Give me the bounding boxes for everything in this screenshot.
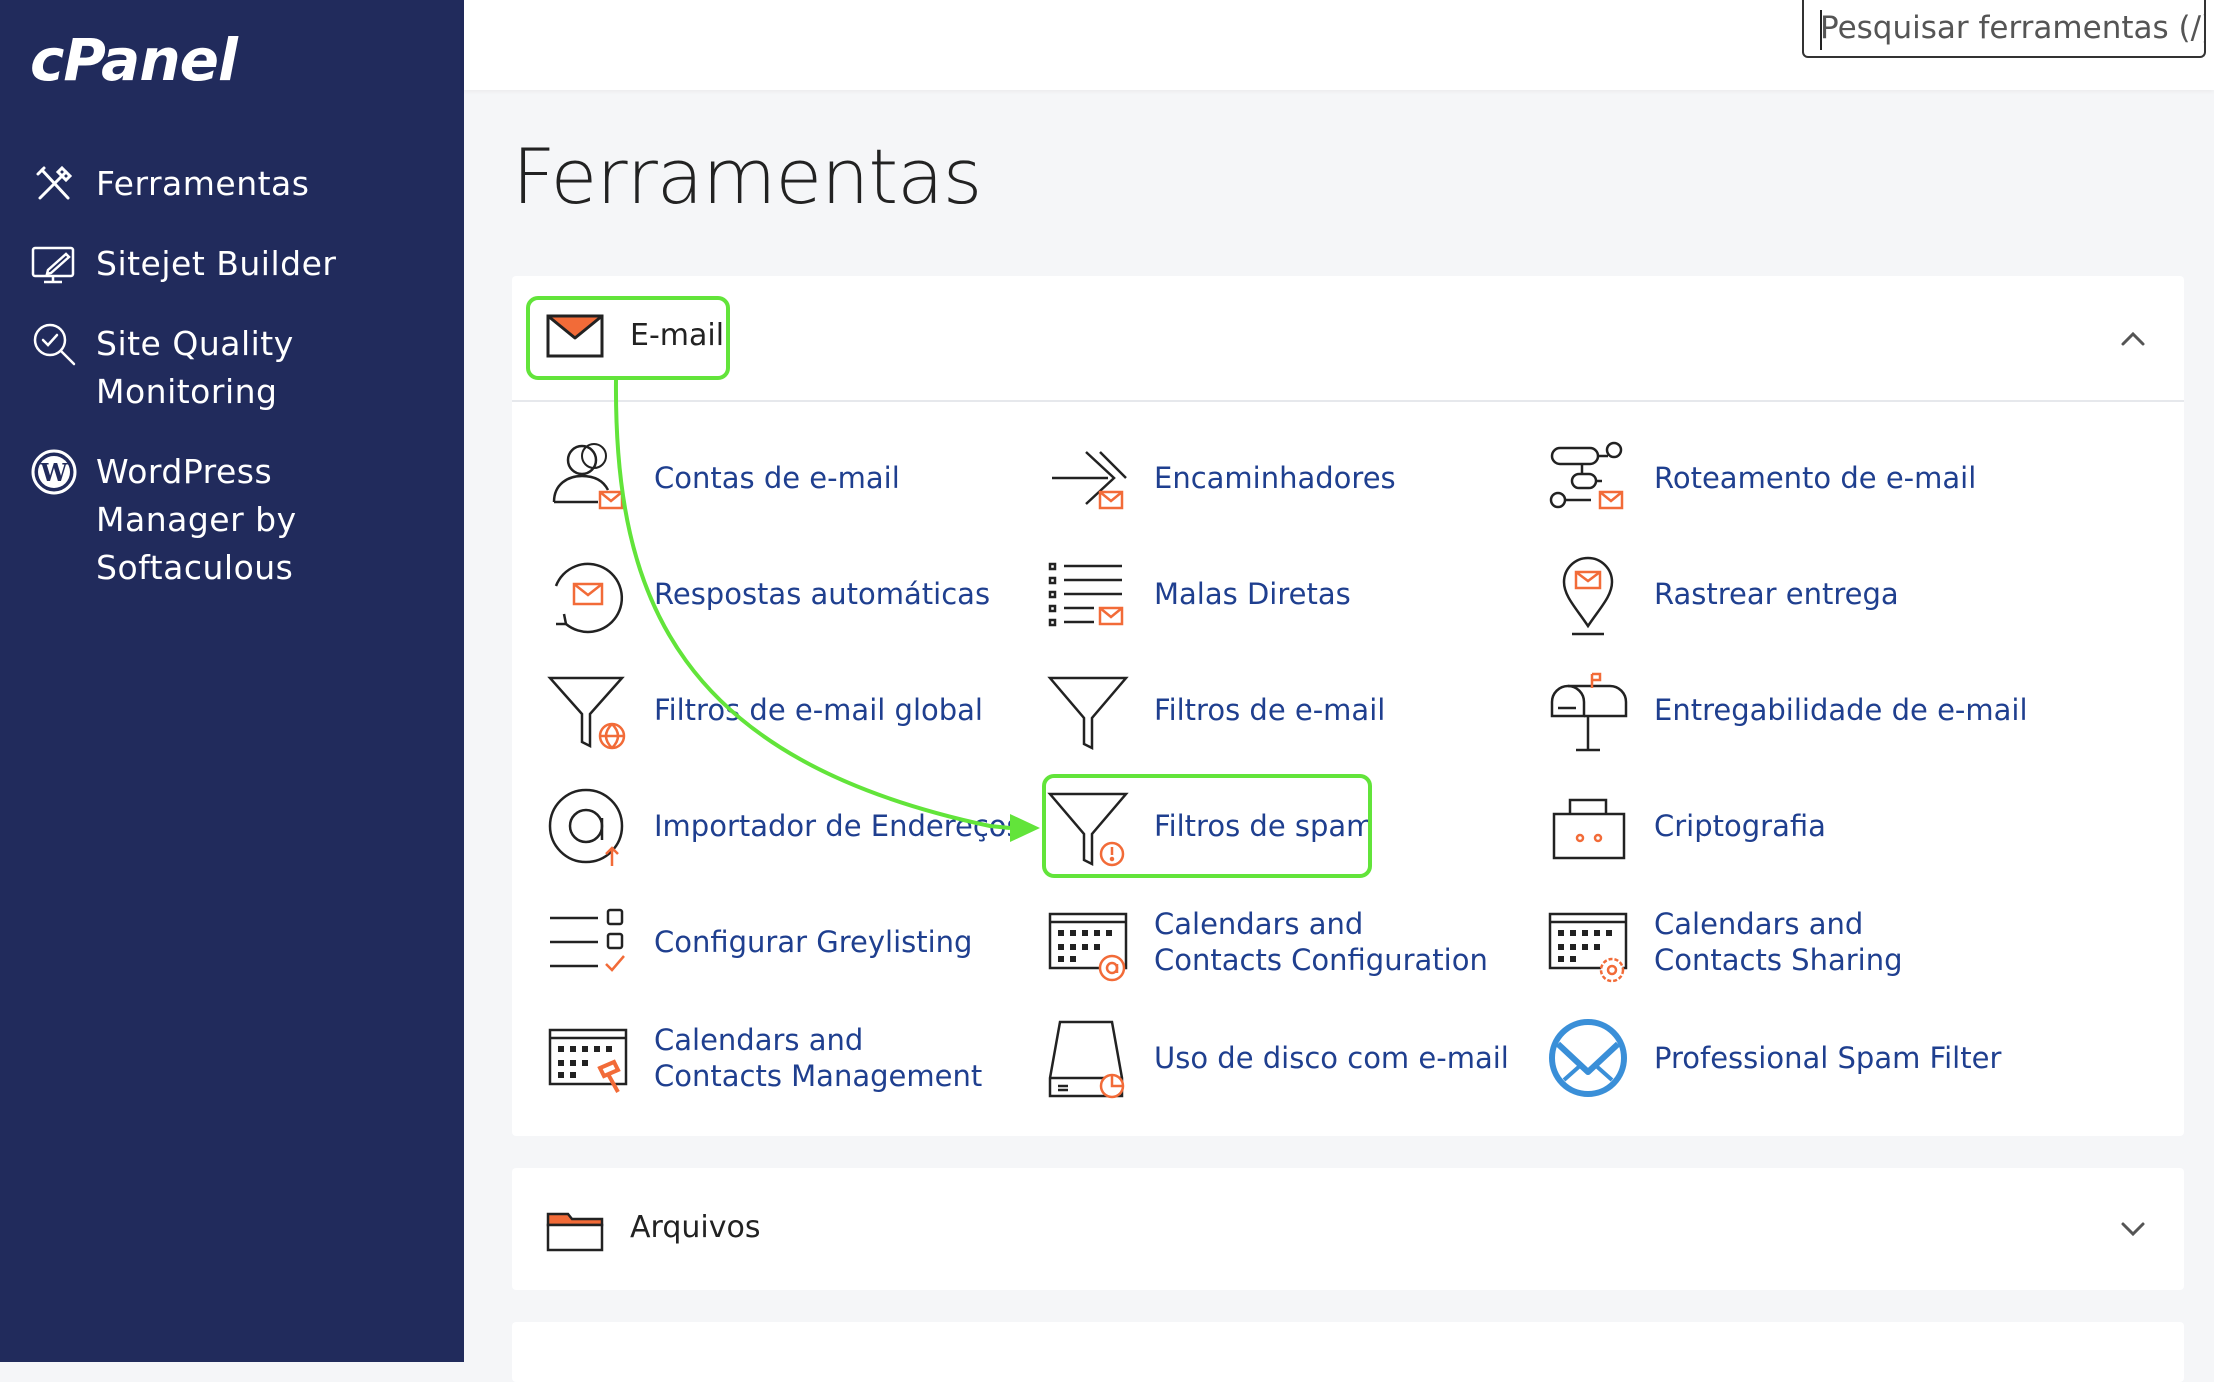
disk-chart-icon: [1048, 1020, 1125, 1099]
text-caret: [1820, 10, 1822, 50]
sidebar-item-ferramentas[interactable]: Ferramentas: [30, 160, 309, 208]
location-pin-icon: [1562, 556, 1614, 636]
tool-label: Importador de Endereços: [654, 809, 1022, 843]
tool-malas-diretas[interactable]: Malas Diretas: [1046, 552, 1351, 636]
tool-label: Malas Diretas: [1154, 577, 1351, 611]
calendar-gear-icon: [1548, 912, 1628, 983]
filter-icon: [1047, 676, 1129, 751]
filter-alert-icon: [1047, 792, 1129, 867]
checklist-icon: [550, 908, 625, 972]
tool-label: Criptografia: [1654, 809, 1826, 843]
section-title: E-mail: [630, 318, 725, 353]
tool-label: Configurar Greylisting: [654, 925, 973, 959]
tool-contas-de-email[interactable]: Contas de e-mail: [546, 436, 900, 520]
sidebar-item-label: Site Quality Monitoring: [96, 324, 294, 411]
search-box[interactable]: [1802, 0, 2206, 58]
tool-label: Filtros de e-mail: [1154, 693, 1386, 727]
mailbox-icon: [1550, 672, 1628, 752]
tool-calendars-contacts-configuration[interactable]: Calendars and Contacts Configuration: [1046, 900, 1494, 984]
mailing-list-icon: [1048, 562, 1124, 627]
tool-professional-spam-filter[interactable]: Professional Spam Filter: [1546, 1016, 2001, 1100]
tool-label: Calendars and Contacts Sharing: [1654, 907, 1903, 977]
svg-text:W: W: [40, 458, 69, 487]
sidebar: cPanel Ferramentas Sitejet Builder Site …: [0, 0, 464, 1362]
tool-label: Rastrear entrega: [1654, 577, 1899, 611]
forward-arrow-icon: [1052, 451, 1127, 510]
autoresponder-icon: [554, 562, 624, 634]
chevron-down-icon[interactable]: [2118, 1214, 2148, 1244]
tool-label: Uso de disco com e-mail: [1154, 1041, 1509, 1075]
tools-icon: [36, 165, 73, 200]
calendar-hammer-icon: [548, 1028, 628, 1093]
tool-label: Calendars and Contacts Management: [654, 1023, 983, 1093]
magnifier-check-icon: [33, 323, 76, 366]
tool-label: Filtros de e-mail global: [654, 693, 983, 727]
routing-icon: [1549, 441, 1624, 510]
tool-rastrear-entrega[interactable]: Rastrear entrega: [1546, 552, 1899, 636]
tool-respostas-automaticas[interactable]: Respostas automáticas: [546, 552, 990, 636]
tool-label: Contas de e-mail: [654, 461, 900, 495]
envelope-icon: [546, 314, 604, 358]
tool-label: Professional Spam Filter: [1654, 1041, 2002, 1075]
user-envelope-icon: [552, 443, 624, 510]
lock-box-icon: [1552, 798, 1626, 860]
tool-filtros-de-email[interactable]: Filtros de e-mail: [1046, 668, 1385, 752]
files-section-card[interactable]: Arquivos: [512, 1168, 2184, 1290]
email-section-card: E-mail Contas de e-mail Encaminhadores R…: [512, 276, 2184, 1136]
email-section-header[interactable]: E-mail: [512, 276, 2184, 402]
filter-globe-icon: [547, 676, 626, 750]
sidebar-item-label: Sitejet Builder: [96, 244, 337, 283]
calendar-at-icon: [1048, 912, 1128, 982]
at-sign-icon: [548, 788, 624, 866]
sidebar-item-label: WordPress Manager by Softaculous: [96, 452, 297, 587]
monitor-pen-icon: [31, 246, 75, 284]
tool-calendars-contacts-management[interactable]: Calendars and Contacts Management: [546, 1016, 994, 1100]
sidebar-item-wordpress-manager[interactable]: W WordPress Manager by Softaculous: [30, 448, 430, 592]
tool-filtros-de-email-global[interactable]: Filtros de e-mail global: [546, 668, 983, 752]
page-title: Ferramentas: [512, 132, 982, 221]
search-input[interactable]: [1804, 0, 2204, 56]
tool-criptografia[interactable]: Criptografia: [1546, 784, 1826, 868]
spam-filter-logo-icon: [1549, 1019, 1627, 1097]
tool-calendars-contacts-sharing[interactable]: Calendars and Contacts Sharing: [1546, 900, 1994, 984]
section-title: Arquivos: [630, 1210, 761, 1245]
wordpress-icon: W: [31, 449, 77, 495]
sidebar-item-site-quality-monitoring[interactable]: Site Quality Monitoring: [30, 320, 430, 416]
tool-label: Filtros de spam: [1154, 809, 1375, 843]
tool-encaminhadores[interactable]: Encaminhadores: [1046, 436, 1396, 520]
tool-label: Calendars and Contacts Configuration: [1154, 907, 1488, 977]
tool-importador-de-enderecos[interactable]: Importador de Endereços: [546, 784, 1022, 868]
chevron-up-icon[interactable]: [2118, 324, 2148, 354]
cpanel-logo[interactable]: cPanel: [30, 26, 238, 94]
sidebar-item-sitejet-builder[interactable]: Sitejet Builder: [30, 240, 336, 288]
next-section-card[interactable]: [512, 1322, 2184, 1382]
sidebar-item-label: Ferramentas: [96, 164, 310, 203]
tool-label: Respostas automáticas: [654, 577, 991, 611]
tool-entregabilidade-de-email[interactable]: Entregabilidade de e-mail: [1546, 668, 2028, 752]
tool-label: Entregabilidade de e-mail: [1654, 693, 2028, 727]
tool-configurar-greylisting[interactable]: Configurar Greylisting: [546, 900, 972, 984]
tool-uso-de-disco-email[interactable]: Uso de disco com e-mail: [1046, 1016, 1509, 1100]
tool-label: Roteamento de e-mail: [1654, 461, 1977, 495]
tool-filtros-de-spam[interactable]: Filtros de spam: [1046, 784, 1374, 868]
tool-roteamento-de-email[interactable]: Roteamento de e-mail: [1546, 436, 1976, 520]
tool-label: Encaminhadores: [1154, 461, 1396, 495]
folder-icon: [546, 1212, 604, 1252]
